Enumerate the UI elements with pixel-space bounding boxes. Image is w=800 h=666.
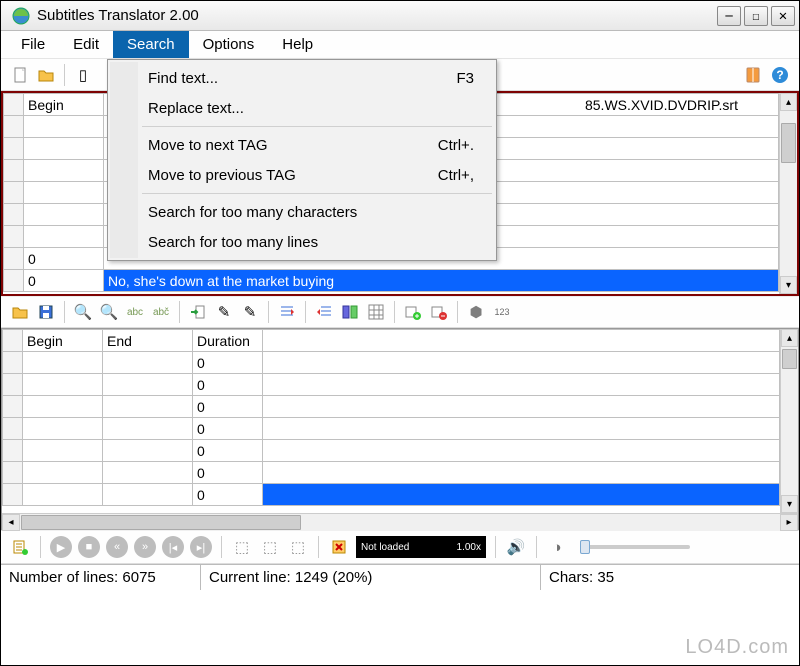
bottom-table[interactable]: Begin End Duration 0 0 0 0 0 0 0 bbox=[2, 329, 780, 506]
find-replace-icon[interactable]: 🔍 bbox=[98, 301, 120, 323]
scroll-thumb[interactable] bbox=[782, 349, 797, 369]
scroll-up-icon[interactable]: ▴ bbox=[781, 329, 798, 347]
next-button[interactable]: ▸| bbox=[190, 536, 212, 558]
maximize-button[interactable]: ☐ bbox=[744, 6, 768, 26]
toolbar-middle: 🔍 🔍 abc abč ✎ ✎ ⬢ 123 bbox=[1, 296, 799, 328]
play-button[interactable]: ▶ bbox=[50, 536, 72, 558]
remove-row-icon[interactable] bbox=[428, 301, 450, 323]
menu-find-text[interactable]: Find text...F3 bbox=[110, 63, 494, 93]
titlebar: Subtitles Translator 2.00 ─ ☐ ✕ bbox=[1, 1, 799, 31]
scroll-down-icon[interactable]: ▾ bbox=[780, 276, 797, 294]
menu-help[interactable]: Help bbox=[268, 31, 327, 58]
menu-replace-text[interactable]: Replace text... bbox=[110, 93, 494, 123]
scroll-up-icon[interactable]: ▴ bbox=[780, 93, 797, 111]
table-header-row: Begin End Duration bbox=[3, 330, 780, 352]
status-chars: Chars: 35 bbox=[541, 565, 799, 590]
prev-button[interactable]: |◂ bbox=[162, 536, 184, 558]
renumber-icon[interactable]: 123 bbox=[491, 301, 513, 323]
table-row[interactable]: 0 bbox=[3, 418, 780, 440]
spellcheck2-icon[interactable]: abč bbox=[150, 301, 172, 323]
marker2-icon[interactable]: ⬚ bbox=[259, 536, 281, 558]
statusbar: Number of lines: 6075 Current line: 1249… bbox=[1, 564, 799, 590]
import-icon[interactable] bbox=[187, 301, 209, 323]
indent-left-icon[interactable] bbox=[313, 301, 335, 323]
search-icon[interactable]: 🔍 bbox=[72, 301, 94, 323]
indent-right-icon[interactable] bbox=[276, 301, 298, 323]
filename-fragment: 85.WS.XVID.DVDRIP.srt bbox=[585, 97, 738, 113]
edit-pencil-icon[interactable]: ✎ bbox=[213, 301, 235, 323]
col-end[interactable]: End bbox=[103, 330, 193, 352]
menu-search[interactable]: Search bbox=[113, 31, 189, 58]
vertical-scrollbar[interactable]: ▴ ▾ bbox=[780, 329, 798, 513]
columns-icon[interactable] bbox=[339, 301, 361, 323]
vertical-scrollbar[interactable]: ▴ ▾ bbox=[779, 93, 797, 294]
horizontal-scrollbar[interactable]: ◂ ▸ bbox=[2, 513, 798, 531]
edit-pencil2-icon[interactable]: ✎ bbox=[239, 301, 261, 323]
tag-icon[interactable]: ⬢ bbox=[465, 301, 487, 323]
add-row-icon[interactable] bbox=[402, 301, 424, 323]
new-file-icon[interactable] bbox=[9, 64, 31, 86]
scroll-thumb[interactable] bbox=[21, 515, 301, 530]
forward-button[interactable]: » bbox=[134, 536, 156, 558]
spellcheck-icon[interactable]: abc bbox=[124, 301, 146, 323]
menu-too-many-chars[interactable]: Search for too many characters bbox=[110, 197, 494, 227]
player-toolbar: ▶ ■ « » |◂ ▸| ⬚ ⬚ ⬚ Not loaded 1.00x 🔊 ◑ bbox=[1, 530, 799, 564]
window-title: Subtitles Translator 2.00 bbox=[37, 7, 717, 24]
col-begin[interactable]: Begin bbox=[24, 94, 104, 116]
menu-too-many-lines[interactable]: Search for too many lines bbox=[110, 227, 494, 257]
status-current: Current line: 1249 (20%) bbox=[201, 565, 541, 590]
col-text[interactable] bbox=[263, 330, 780, 352]
table-row[interactable]: 0 bbox=[3, 374, 780, 396]
slider-knob[interactable] bbox=[580, 540, 590, 554]
app-window: Subtitles Translator 2.00 ─ ☐ ✕ File Edi… bbox=[0, 0, 800, 666]
marker3-icon[interactable]: ⬚ bbox=[287, 536, 309, 558]
volume-icon[interactable]: 🔊 bbox=[505, 536, 527, 558]
svg-text:?: ? bbox=[776, 68, 783, 82]
seek-slider[interactable] bbox=[580, 545, 690, 549]
table-row-selected[interactable]: 0 bbox=[3, 484, 780, 506]
col-duration[interactable]: Duration bbox=[193, 330, 263, 352]
table-row[interactable]: 0 bbox=[3, 462, 780, 484]
selected-subtitle-text: No, she's down at the market buying bbox=[104, 270, 779, 292]
playlist-icon[interactable] bbox=[9, 536, 31, 558]
tool-hidden-icon[interactable]: ▯ bbox=[72, 64, 94, 86]
table-row[interactable]: 0 bbox=[3, 396, 780, 418]
player-status-label: Not loaded bbox=[361, 542, 409, 553]
scroll-left-icon[interactable]: ◂ bbox=[2, 514, 20, 531]
scroll-thumb[interactable] bbox=[781, 123, 796, 163]
menu-options[interactable]: Options bbox=[189, 31, 269, 58]
table-row-selected[interactable]: 0No, she's down at the market buying bbox=[4, 270, 779, 292]
rewind-button[interactable]: « bbox=[106, 536, 128, 558]
help-icon[interactable]: ? bbox=[769, 64, 791, 86]
menubar: File Edit Search Options Help bbox=[1, 31, 799, 59]
scroll-right-icon[interactable]: ▸ bbox=[780, 514, 798, 531]
menu-prev-tag[interactable]: Move to previous TAGCtrl+, bbox=[110, 160, 494, 190]
scroll-down-icon[interactable]: ▾ bbox=[781, 495, 798, 513]
watermark: LO4D.com bbox=[685, 636, 789, 659]
open-folder-icon[interactable] bbox=[9, 301, 31, 323]
app-icon bbox=[11, 6, 31, 26]
menu-next-tag[interactable]: Move to next TAGCtrl+. bbox=[110, 130, 494, 160]
player-speed-label: 1.00x bbox=[457, 542, 481, 553]
open-folder-icon[interactable] bbox=[35, 64, 57, 86]
col-begin[interactable]: Begin bbox=[23, 330, 103, 352]
book-icon[interactable] bbox=[743, 64, 765, 86]
grid-icon[interactable] bbox=[365, 301, 387, 323]
table-row[interactable]: 0 bbox=[3, 440, 780, 462]
table-row[interactable]: 0 bbox=[3, 352, 780, 374]
save-icon[interactable] bbox=[35, 301, 57, 323]
settings-small-icon[interactable]: ◑ bbox=[546, 536, 568, 558]
menu-edit[interactable]: Edit bbox=[59, 31, 113, 58]
search-menu-dropdown: Find text...F3 Replace text... Move to n… bbox=[107, 59, 497, 261]
marker1-icon[interactable]: ⬚ bbox=[231, 536, 253, 558]
close-button[interactable]: ✕ bbox=[771, 6, 795, 26]
cancel-icon[interactable] bbox=[328, 536, 350, 558]
bottom-subtitle-grid: Begin End Duration 0 0 0 0 0 0 0 ▴ bbox=[1, 328, 799, 530]
separator bbox=[64, 64, 65, 86]
status-lines: Number of lines: 6075 bbox=[1, 565, 201, 590]
minimize-button[interactable]: ─ bbox=[717, 6, 741, 26]
stop-button[interactable]: ■ bbox=[78, 536, 100, 558]
player-display: Not loaded 1.00x bbox=[356, 536, 486, 558]
menu-file[interactable]: File bbox=[7, 31, 59, 58]
